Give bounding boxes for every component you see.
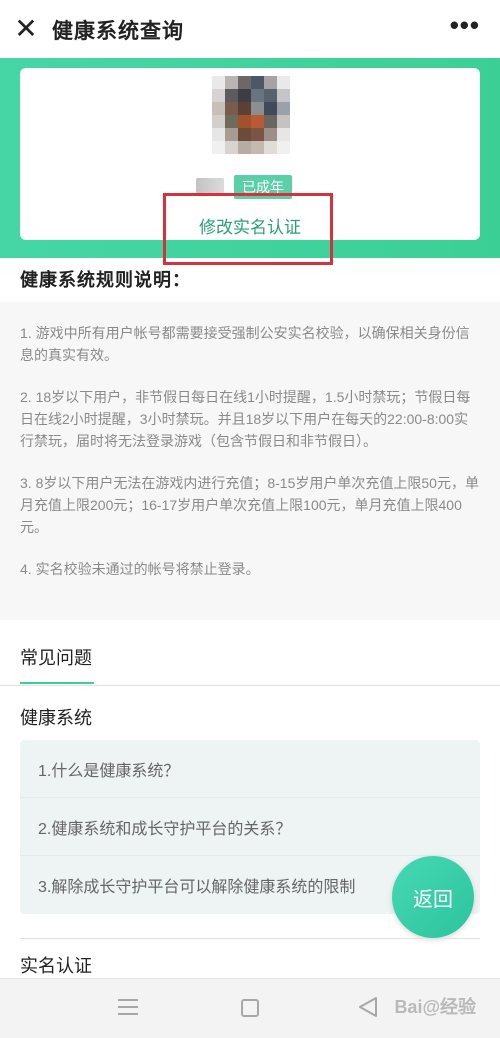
menu-icon[interactable] bbox=[118, 999, 142, 1017]
tab-active-indicator bbox=[20, 682, 94, 684]
back-triangle-icon[interactable] bbox=[358, 996, 378, 1018]
faq-category-real-name: 实名认证 bbox=[20, 956, 92, 976]
more-options-icon[interactable]: ••• bbox=[450, 12, 480, 38]
rules-title: 健康系统规则说明： bbox=[20, 270, 191, 290]
faq-question-item[interactable]: 1.什么是健康系统？ bbox=[20, 740, 480, 798]
rule-item: 2. 18岁以下用户，非节假日每日在线1小时提醒，1.5小时禁玩；节假日每日在线… bbox=[20, 389, 471, 449]
faq-question-item[interactable]: 2.健康系统和成长守护平台的关系？ bbox=[20, 798, 480, 856]
back-button[interactable]: 返回 bbox=[392, 856, 474, 938]
system-nav-bar: Bai@经验 bbox=[0, 978, 500, 1038]
rules-box: 1. 游戏中所有用户帐号都需要接受强制公安实名校验，以确保相关身份信息的真实有效… bbox=[0, 302, 500, 620]
watermark: Bai@经验 bbox=[394, 997, 476, 1017]
title-bar: ✕ 健康系统查询 ••• bbox=[0, 0, 500, 58]
close-icon[interactable]: ✕ bbox=[10, 13, 42, 45]
highlight-annotation-box bbox=[163, 193, 333, 265]
avatar bbox=[212, 76, 290, 162]
tab-faq[interactable]: 常见问题 bbox=[20, 644, 92, 670]
faq-category-health-system: 健康系统 bbox=[20, 708, 92, 728]
rule-item: 3. 8岁以下用户无法在游戏内进行充值；8-15岁用户单次充值上限50元，单月充… bbox=[20, 475, 479, 535]
home-icon[interactable] bbox=[241, 999, 259, 1017]
rule-item: 4. 实名校验未通过的帐号将禁止登录。 bbox=[20, 561, 260, 577]
rule-item: 1. 游戏中所有用户帐号都需要接受强制公安实名校验，以确保相关身份信息的真实有效… bbox=[20, 325, 470, 363]
page-title: 健康系统查询 bbox=[52, 20, 184, 43]
divider bbox=[0, 685, 500, 686]
divider bbox=[20, 938, 480, 939]
